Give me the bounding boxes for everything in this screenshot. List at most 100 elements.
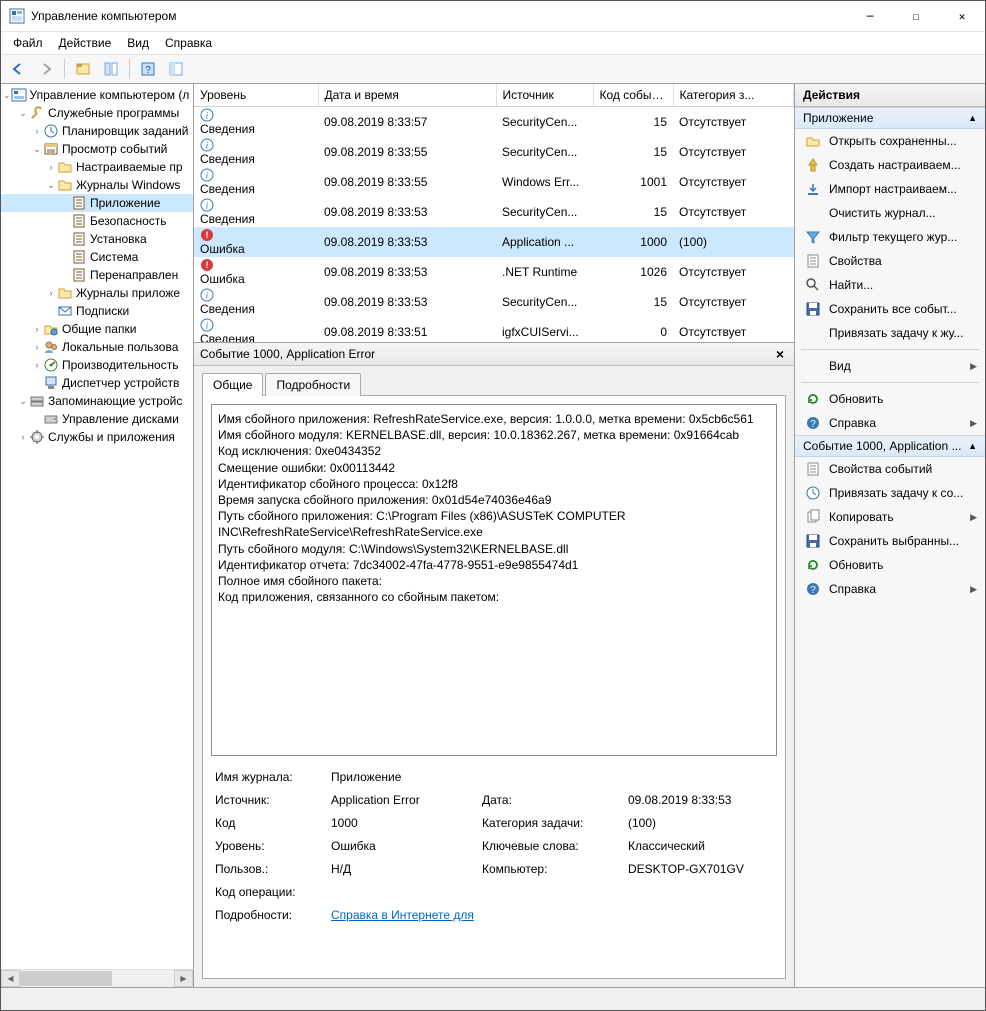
toolbar-btn-d[interactable] [163,57,189,81]
tab-general[interactable]: Общие [202,373,263,396]
mgmt-icon [11,87,27,103]
event-message[interactable]: Имя сбойного приложения: RefreshRateServ… [211,404,777,756]
sched-icon [43,123,59,139]
action-item[interactable]: Найти... [795,273,985,297]
tree-expander[interactable]: › [17,432,29,442]
tree-item[interactable]: ⌄Просмотр событий [1,140,193,158]
tree-item[interactable]: › Настраиваемые пр [1,158,193,176]
tree-expander[interactable]: › [31,342,43,352]
tree-expander[interactable]: ⌄ [3,90,11,101]
help-button[interactable]: ? [135,57,161,81]
action-item[interactable]: Обновить [795,387,985,411]
menu-view[interactable]: Вид [119,34,157,52]
tree-item[interactable]: ›Службы и приложения [1,428,193,446]
forward-button[interactable] [33,57,59,81]
tree-item[interactable]: Диспетчер устройств [1,374,193,392]
tree-item[interactable]: ⌄Управление компьютером (л [1,86,193,104]
tree-item[interactable]: Установка [1,230,193,248]
tab-details[interactable]: Подробности [265,373,361,396]
tree-horizontal-scrollbar[interactable]: ◀▶ [1,969,193,987]
tree-expander[interactable]: › [45,162,57,172]
refresh-icon [805,557,821,573]
menu-action[interactable]: Действие [51,34,120,52]
action-item[interactable]: Открыть сохраненны... [795,129,985,153]
close-button[interactable]: ✕ [939,1,985,31]
show-hide-tree-button[interactable] [70,57,96,81]
event-row[interactable]: !Ошибка09.08.2019 8:33:53.NET Runtime102… [194,257,794,287]
tree-expander[interactable]: › [31,126,43,136]
tree-item[interactable]: ›Планировщик заданий [1,122,193,140]
tree-item[interactable]: Приложение [1,194,193,212]
tree-expander[interactable]: ⌄ [31,144,43,155]
tree-label: Журналы Windows [76,178,180,192]
tree-item[interactable]: Подписки [1,302,193,320]
tree-expander[interactable]: ⌄ [17,396,29,407]
tree-item[interactable]: ›Локальные пользова [1,338,193,356]
action-item[interactable]: Привязать задачу к со... [795,481,985,505]
maximize-button[interactable]: ☐ [893,1,939,31]
tree-item[interactable]: ›Производительность [1,356,193,374]
column-header[interactable]: Дата и время [318,84,496,107]
event-row[interactable]: iСведения09.08.2019 8:33:55SecurityCen..… [194,137,794,167]
tools-icon [29,105,45,121]
help-link[interactable]: Справка в Интернете для [331,908,474,922]
action-item[interactable]: Обновить [795,553,985,577]
tree-expander[interactable]: ⌄ [17,108,29,119]
tree-item[interactable]: Перенаправлен [1,266,193,284]
menu-file[interactable]: Файл [5,34,51,52]
action-item[interactable]: Фильтр текущего жур... [795,225,985,249]
actions-group-event[interactable]: Событие 1000, Application ...▲ [795,435,985,457]
tree-pane[interactable]: ⌄Управление компьютером (л⌄Служебные про… [1,84,194,987]
tree-item[interactable]: Безопасность [1,212,193,230]
services-icon [29,429,45,445]
action-item[interactable]: Сохранить все событ... [795,297,985,321]
column-header[interactable]: Уровень [194,84,318,107]
tree-item[interactable]: ⌄Запоминающие устройс [1,392,193,410]
action-item[interactable]: Вид▶ [795,354,985,378]
tree-item[interactable]: ⌄Служебные программы [1,104,193,122]
menu-help[interactable]: Справка [157,34,220,52]
tree-item[interactable]: ›Общие папки [1,320,193,338]
action-item[interactable]: Свойства событий [795,457,985,481]
events-list[interactable]: УровеньДата и времяИсточникКод событияКа… [194,84,794,343]
event-row[interactable]: iСведения09.08.2019 8:33:53SecurityCen..… [194,287,794,317]
event-row[interactable]: iСведения09.08.2019 8:33:57SecurityCen..… [194,107,794,138]
label-keywords: Ключевые слова: [482,839,622,853]
event-row[interactable]: iСведения09.08.2019 8:33:51igfxCUIServi.… [194,317,794,343]
tree-item[interactable]: Система [1,248,193,266]
tree-expander[interactable]: › [45,288,57,298]
action-item[interactable]: Создать настраиваем... [795,153,985,177]
toolbar-btn-b[interactable] [98,57,124,81]
tree-item[interactable]: Управление дисками [1,410,193,428]
back-button[interactable] [5,57,31,81]
detail-close-button[interactable]: × [772,346,788,362]
event-row[interactable]: iСведения09.08.2019 8:33:53SecurityCen..… [194,197,794,227]
tree-item[interactable]: ⌄ Журналы Windows [1,176,193,194]
log-icon [71,249,87,265]
action-item[interactable]: Копировать▶ [795,505,985,529]
actions-group-application[interactable]: Приложение▲ [795,107,985,129]
event-row[interactable]: iСведения09.08.2019 8:33:55Windows Err..… [194,167,794,197]
action-item[interactable]: ?Справка▶ [795,411,985,435]
tree-label: Настраиваемые пр [76,160,183,174]
action-item[interactable]: Привязать задачу к жу... [795,321,985,345]
event-row[interactable]: !Ошибка09.08.2019 8:33:53Application ...… [194,227,794,257]
event-icon [43,141,59,157]
blank-icon [805,205,821,221]
title-bar: Управление компьютером ─ ☐ ✕ [1,1,985,32]
action-item[interactable]: ?Справка▶ [795,577,985,601]
column-header[interactable]: Код события [593,84,673,107]
action-item[interactable]: Свойства [795,249,985,273]
actions-header: Действия [795,84,985,107]
minimize-button[interactable]: ─ [847,1,893,31]
save-icon [805,533,821,549]
tree-expander[interactable]: › [31,324,43,334]
action-item[interactable]: Сохранить выбранны... [795,529,985,553]
column-header[interactable]: Категория з... [673,84,794,107]
tree-expander[interactable]: ⌄ [45,180,57,191]
tree-item[interactable]: ›Журналы приложе [1,284,193,302]
tree-expander[interactable]: › [31,360,43,370]
action-item[interactable]: Очистить журнал... [795,201,985,225]
action-item[interactable]: Импорт настраиваем... [795,177,985,201]
column-header[interactable]: Источник [496,84,593,107]
